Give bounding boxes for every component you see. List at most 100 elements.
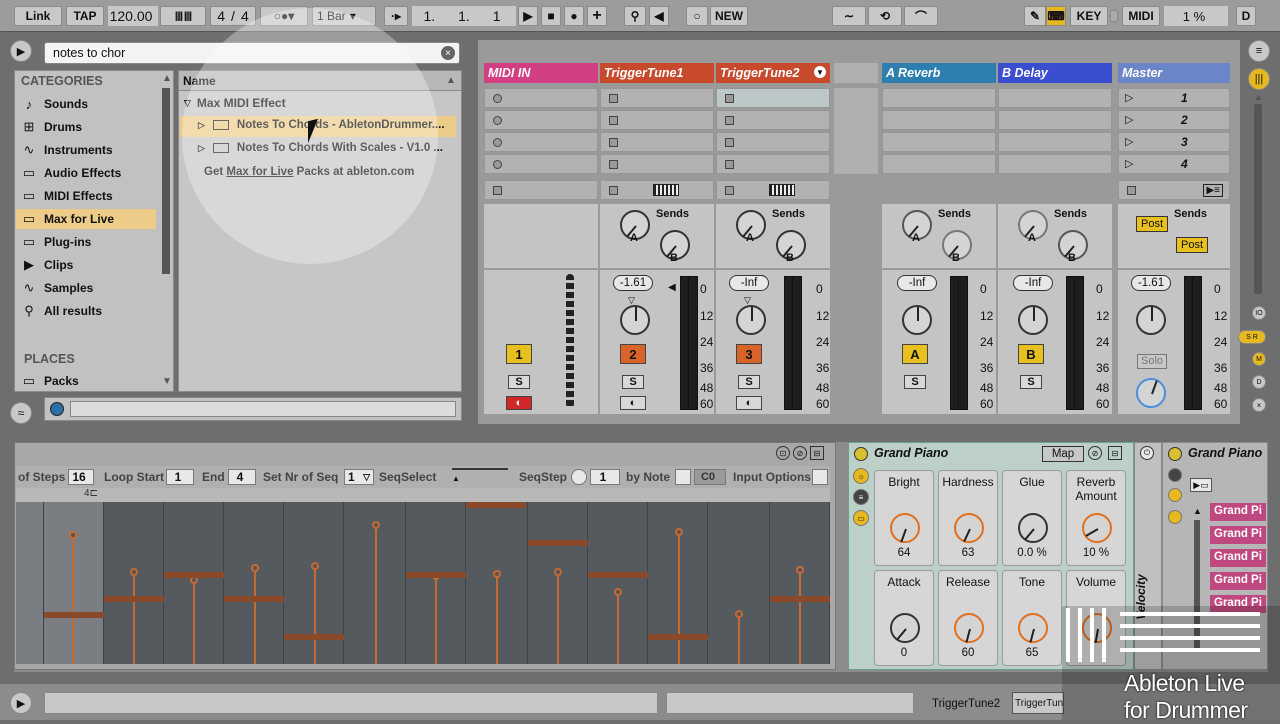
follow-icon[interactable]: ·▸ bbox=[384, 6, 408, 26]
macro-knob[interactable] bbox=[954, 613, 984, 643]
stop-all-clips-icon[interactable] bbox=[1127, 186, 1136, 195]
clip-slot[interactable] bbox=[998, 132, 1112, 152]
back-to-arrangement-icon[interactable]: ◀ bbox=[649, 6, 669, 26]
scene-launch[interactable]: ▷ 1 bbox=[1118, 88, 1230, 108]
category-midi-effects[interactable]: ▭ MIDI Effects bbox=[22, 186, 113, 206]
input-options-toggle[interactable] bbox=[812, 469, 828, 485]
pencil-icon[interactable]: ✎ bbox=[1024, 6, 1046, 26]
volume-readout[interactable]: -1.61 bbox=[1131, 275, 1171, 291]
status-track-name[interactable]: TriggerTune2 bbox=[932, 698, 1000, 710]
clip-slot[interactable] bbox=[716, 154, 830, 174]
crossfader-toggle-icon[interactable]: × bbox=[1252, 398, 1266, 412]
steps-field[interactable]: 16 bbox=[68, 469, 94, 485]
macro-glue[interactable]: Glue 0.0 % bbox=[1002, 470, 1062, 566]
step-velocity-stem[interactable] bbox=[678, 532, 680, 664]
step-velocity-handle[interactable] bbox=[251, 564, 259, 572]
pan-knob[interactable] bbox=[902, 305, 932, 335]
step-velocity-handle[interactable] bbox=[675, 528, 683, 536]
step-velocity-stem[interactable] bbox=[557, 572, 559, 664]
scene-view-icon[interactable]: ▶≡ bbox=[1203, 184, 1223, 197]
cue-volume-knob[interactable] bbox=[1136, 378, 1166, 408]
track-activator[interactable]: 2 bbox=[620, 344, 646, 364]
automation-arm-icon[interactable]: ⚲ bbox=[624, 6, 646, 26]
macro-tone[interactable]: Tone 65 bbox=[1002, 570, 1062, 666]
session-view-icon[interactable]: ≡ bbox=[1248, 40, 1270, 62]
sends-toggle-icon[interactable]: S R bbox=[1238, 330, 1266, 344]
session-record-icon[interactable]: ○ bbox=[686, 6, 708, 26]
rack-hotswap-icon[interactable]: ⊘ bbox=[1088, 446, 1102, 460]
macro-hardness[interactable]: Hardness 63 bbox=[938, 470, 998, 566]
solo-button[interactable]: S bbox=[508, 375, 530, 389]
clip-slot[interactable] bbox=[600, 110, 714, 130]
computer-keyboard-icon[interactable]: ⌨ bbox=[1046, 6, 1066, 26]
step-velocity-handle[interactable] bbox=[311, 562, 319, 570]
category-sounds[interactable]: ♪ Sounds bbox=[22, 94, 88, 114]
step-velocity-stem[interactable] bbox=[72, 535, 74, 664]
clip-slot[interactable] bbox=[484, 88, 598, 108]
track-header-b-delay[interactable]: B Delay bbox=[998, 63, 1112, 83]
tempo-field[interactable]: 120.00 bbox=[108, 6, 158, 26]
record-icon[interactable]: ● bbox=[564, 6, 584, 26]
macro-knob[interactable] bbox=[1018, 513, 1048, 543]
stop-clip-icon[interactable] bbox=[725, 186, 734, 195]
punch-icon[interactable]: ⌒ bbox=[904, 6, 938, 26]
solo-button[interactable]: S bbox=[904, 375, 926, 389]
chain-item[interactable]: Grand Pi bbox=[1210, 503, 1266, 521]
step-velocity-stem[interactable] bbox=[496, 574, 498, 664]
step-velocity-stem[interactable] bbox=[133, 572, 135, 664]
devices-toggle-icon[interactable]: ▭ bbox=[853, 510, 869, 526]
status-device-tab[interactable]: TriggerTun bbox=[1012, 692, 1064, 714]
arm-button[interactable]: ◐ bbox=[736, 396, 762, 410]
sort-icon[interactable]: ▲ bbox=[446, 75, 456, 86]
pan-knob[interactable] bbox=[620, 305, 650, 335]
clip-slot[interactable] bbox=[882, 88, 996, 108]
category-instruments[interactable]: ∿ Instruments bbox=[22, 140, 113, 160]
volume-readout[interactable]: -1.61 bbox=[613, 275, 653, 291]
seq-step-field[interactable]: 1 bbox=[590, 469, 620, 485]
step-velocity-handle[interactable] bbox=[614, 588, 622, 596]
rack-save-icon[interactable]: ⊟ bbox=[1108, 446, 1122, 460]
track-header-triggertune1[interactable]: TriggerTune1 bbox=[600, 63, 714, 83]
clip-slot[interactable] bbox=[484, 110, 598, 130]
place-packs[interactable]: ▭ Packs bbox=[22, 371, 79, 391]
loop-icon[interactable]: ⟲ bbox=[868, 6, 902, 26]
rack2-device-icon[interactable] bbox=[1168, 510, 1182, 524]
rack2-chain-icon[interactable] bbox=[1168, 488, 1182, 502]
browser-toggle-icon[interactable]: ▶ bbox=[10, 40, 32, 62]
scene-launch[interactable]: ▷ 2 bbox=[1118, 110, 1230, 130]
chain-item[interactable]: Grand Pi bbox=[1210, 549, 1266, 567]
chain-scroll-up-icon[interactable]: ▲ bbox=[1193, 506, 1202, 516]
pan-knob[interactable] bbox=[736, 305, 766, 335]
clip-slot[interactable] bbox=[882, 110, 996, 130]
category-plug-ins[interactable]: ▭ Plug-ins bbox=[22, 232, 92, 252]
delay-toggle-icon[interactable]: D bbox=[1252, 375, 1266, 389]
clip-slot[interactable] bbox=[600, 154, 714, 174]
play-icon[interactable]: ▶ bbox=[518, 6, 538, 26]
category-all-results[interactable]: ⚲ All results bbox=[22, 301, 102, 321]
session-scroll-up-icon[interactable]: ▲ bbox=[1254, 92, 1263, 102]
tap-button[interactable]: TAP bbox=[66, 6, 104, 26]
link-button[interactable]: Link bbox=[14, 6, 62, 26]
clip-slot[interactable] bbox=[484, 132, 598, 152]
seq-select-slider[interactable]: ▲ bbox=[452, 468, 508, 486]
step-velocity-stem[interactable] bbox=[799, 570, 801, 664]
categories-scroll-up-icon[interactable]: ▲ bbox=[162, 73, 172, 84]
macro-bright[interactable]: Bright 64 bbox=[874, 470, 934, 566]
note-field[interactable]: C0 bbox=[694, 469, 726, 485]
clip-slot[interactable] bbox=[998, 88, 1112, 108]
track-header-master[interactable]: Master bbox=[1118, 63, 1230, 83]
step-velocity-stem[interactable] bbox=[435, 576, 437, 664]
device-save-icon[interactable]: ⊟ bbox=[810, 446, 824, 460]
step-velocity-stem[interactable] bbox=[738, 614, 740, 664]
step-velocity-stem[interactable] bbox=[375, 525, 377, 664]
step-velocity-stem[interactable] bbox=[254, 568, 256, 664]
track-activator[interactable]: B bbox=[1018, 344, 1044, 364]
step-velocity-stem[interactable] bbox=[193, 580, 195, 664]
track-header-triggertune2[interactable]: TriggerTune2 bbox=[716, 63, 830, 83]
solo-cue-button[interactable]: Solo bbox=[1137, 354, 1167, 369]
step-velocity-handle[interactable] bbox=[372, 521, 380, 529]
track-fold-icon[interactable]: ▼ bbox=[814, 66, 826, 78]
device-wrench-icon[interactable]: ⊡ bbox=[776, 446, 790, 460]
category-max-for-live[interactable]: ▭ Max for Live bbox=[22, 209, 114, 229]
track-activator[interactable]: 3 bbox=[736, 344, 762, 364]
